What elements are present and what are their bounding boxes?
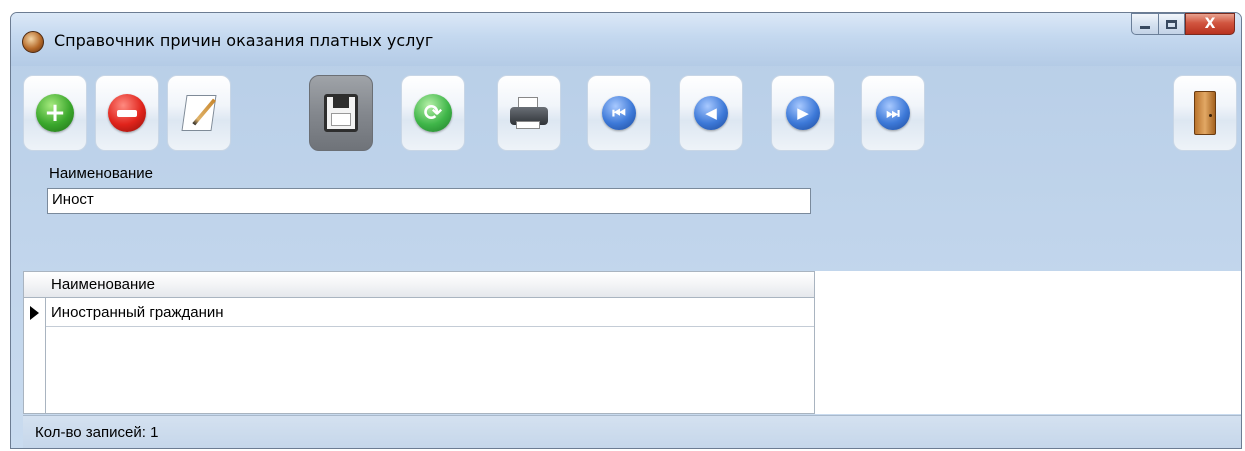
record-count: Кол-во записей: 1 <box>35 424 159 441</box>
column-header-name[interactable]: Наименование <box>46 272 814 298</box>
refresh-button[interactable]: ⟳ <box>401 75 465 151</box>
window-controls: X <box>1131 13 1235 35</box>
first-record-icon: ⏮ <box>602 96 636 130</box>
app-window: Справочник причин оказания платных услуг… <box>10 12 1242 449</box>
title-bar[interactable]: Справочник причин оказания платных услуг… <box>11 13 1241 66</box>
edit-icon <box>181 95 217 131</box>
next-record-button[interactable]: ▶ <box>771 75 835 151</box>
edit-button[interactable] <box>167 75 231 151</box>
status-bar: Кол-во записей: 1 <box>23 415 1241 448</box>
toolbar: + ⟳ ⏮ ◀ ▶ ⏭ <box>23 73 1241 155</box>
records-grid: Наименование Иностранный гражданин <box>23 271 815 414</box>
plus-icon: + <box>36 94 74 132</box>
name-filter-input[interactable]: Иност <box>47 188 811 214</box>
grid-panel: Наименование Иностранный гражданин <box>23 271 1241 414</box>
prev-record-button[interactable]: ◀ <box>679 75 743 151</box>
next-record-icon: ▶ <box>786 96 820 130</box>
current-row-icon <box>30 306 39 320</box>
maximize-button[interactable] <box>1158 13 1185 35</box>
delete-button[interactable] <box>95 75 159 151</box>
close-button[interactable]: X <box>1185 13 1235 35</box>
last-record-button[interactable]: ⏭ <box>861 75 925 151</box>
maximize-icon <box>1166 19 1177 29</box>
minimize-icon <box>1140 25 1150 29</box>
table-row[interactable]: Иностранный гражданин <box>46 298 814 327</box>
window-title: Справочник причин оказания платных услуг <box>54 31 434 50</box>
last-record-icon: ⏭ <box>876 96 910 130</box>
print-button[interactable] <box>497 75 561 151</box>
floppy-icon <box>324 94 358 132</box>
app-icon <box>22 31 44 53</box>
first-record-button[interactable]: ⏮ <box>587 75 651 151</box>
exit-button[interactable] <box>1173 75 1237 151</box>
prev-record-icon: ◀ <box>694 96 728 130</box>
gutter-header <box>24 272 46 298</box>
printer-icon <box>508 95 550 131</box>
add-button[interactable]: + <box>23 75 87 151</box>
refresh-icon: ⟳ <box>414 94 452 132</box>
door-icon <box>1194 91 1216 135</box>
save-button[interactable] <box>309 75 373 151</box>
close-icon: X <box>1204 16 1216 32</box>
minus-icon <box>108 94 146 132</box>
name-field-label: Наименование <box>49 165 153 182</box>
minimize-button[interactable] <box>1131 13 1158 35</box>
